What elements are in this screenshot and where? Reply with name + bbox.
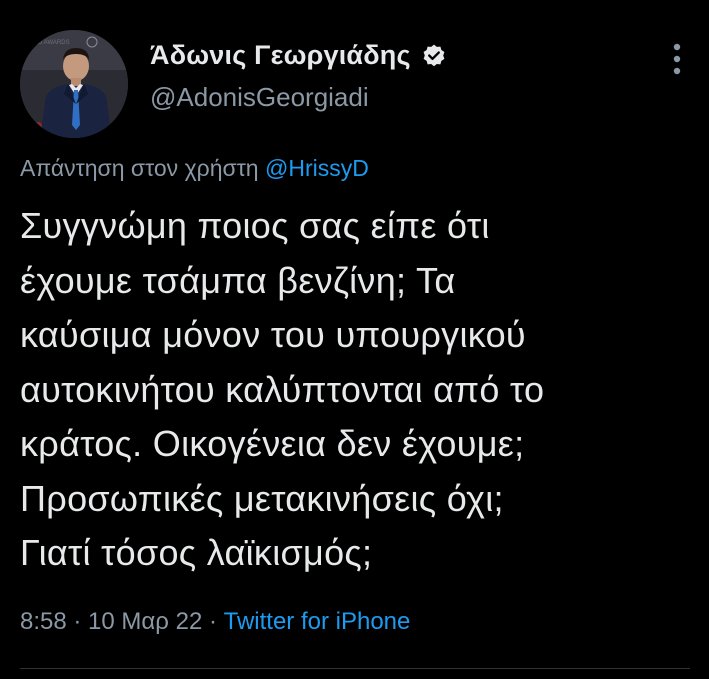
divider	[20, 668, 690, 669]
verified-badge-icon	[421, 43, 447, 69]
reply-prefix: Απάντηση στον χρήστη	[20, 155, 259, 181]
more-vertical-icon[interactable]	[664, 40, 690, 80]
reply-context: Απάντηση στον χρήστη @HrissyD	[20, 155, 369, 182]
author-display-name[interactable]: Άδωνις Γεωργιάδης	[150, 40, 411, 71]
tweet-date[interactable]: 10 Μαρ 22	[88, 608, 202, 635]
tweet-time[interactable]: 8:58	[20, 608, 67, 635]
reply-mention-link[interactable]: @HrissyD	[265, 155, 369, 181]
avatar[interactable]: BOLD AWARDS	[20, 30, 128, 138]
tweet-card: BOLD AWARDS Άδωνις Γεωργιάδης @AdonisGeo…	[0, 0, 709, 679]
author-handle[interactable]: @AdonisGeorgiadi	[150, 82, 369, 113]
meta-separator: ·	[66, 608, 89, 635]
avatar-backdrop-text: BOLD AWARDS	[26, 40, 70, 46]
meta-separator: ·	[202, 608, 224, 635]
tweet-meta: 8:58 · 10 Μαρ 22 · Twitter for iPhone	[20, 608, 410, 636]
avatar-image: BOLD AWARDS	[20, 30, 128, 138]
tweet-text: Συγγνώμη ποιος σας είπε ότι έχουμε τσάμπ…	[20, 205, 545, 573]
tweet-source-link[interactable]: Twitter for iPhone	[224, 608, 411, 635]
author-name-row[interactable]: Άδωνις Γεωργιάδης	[150, 40, 447, 71]
